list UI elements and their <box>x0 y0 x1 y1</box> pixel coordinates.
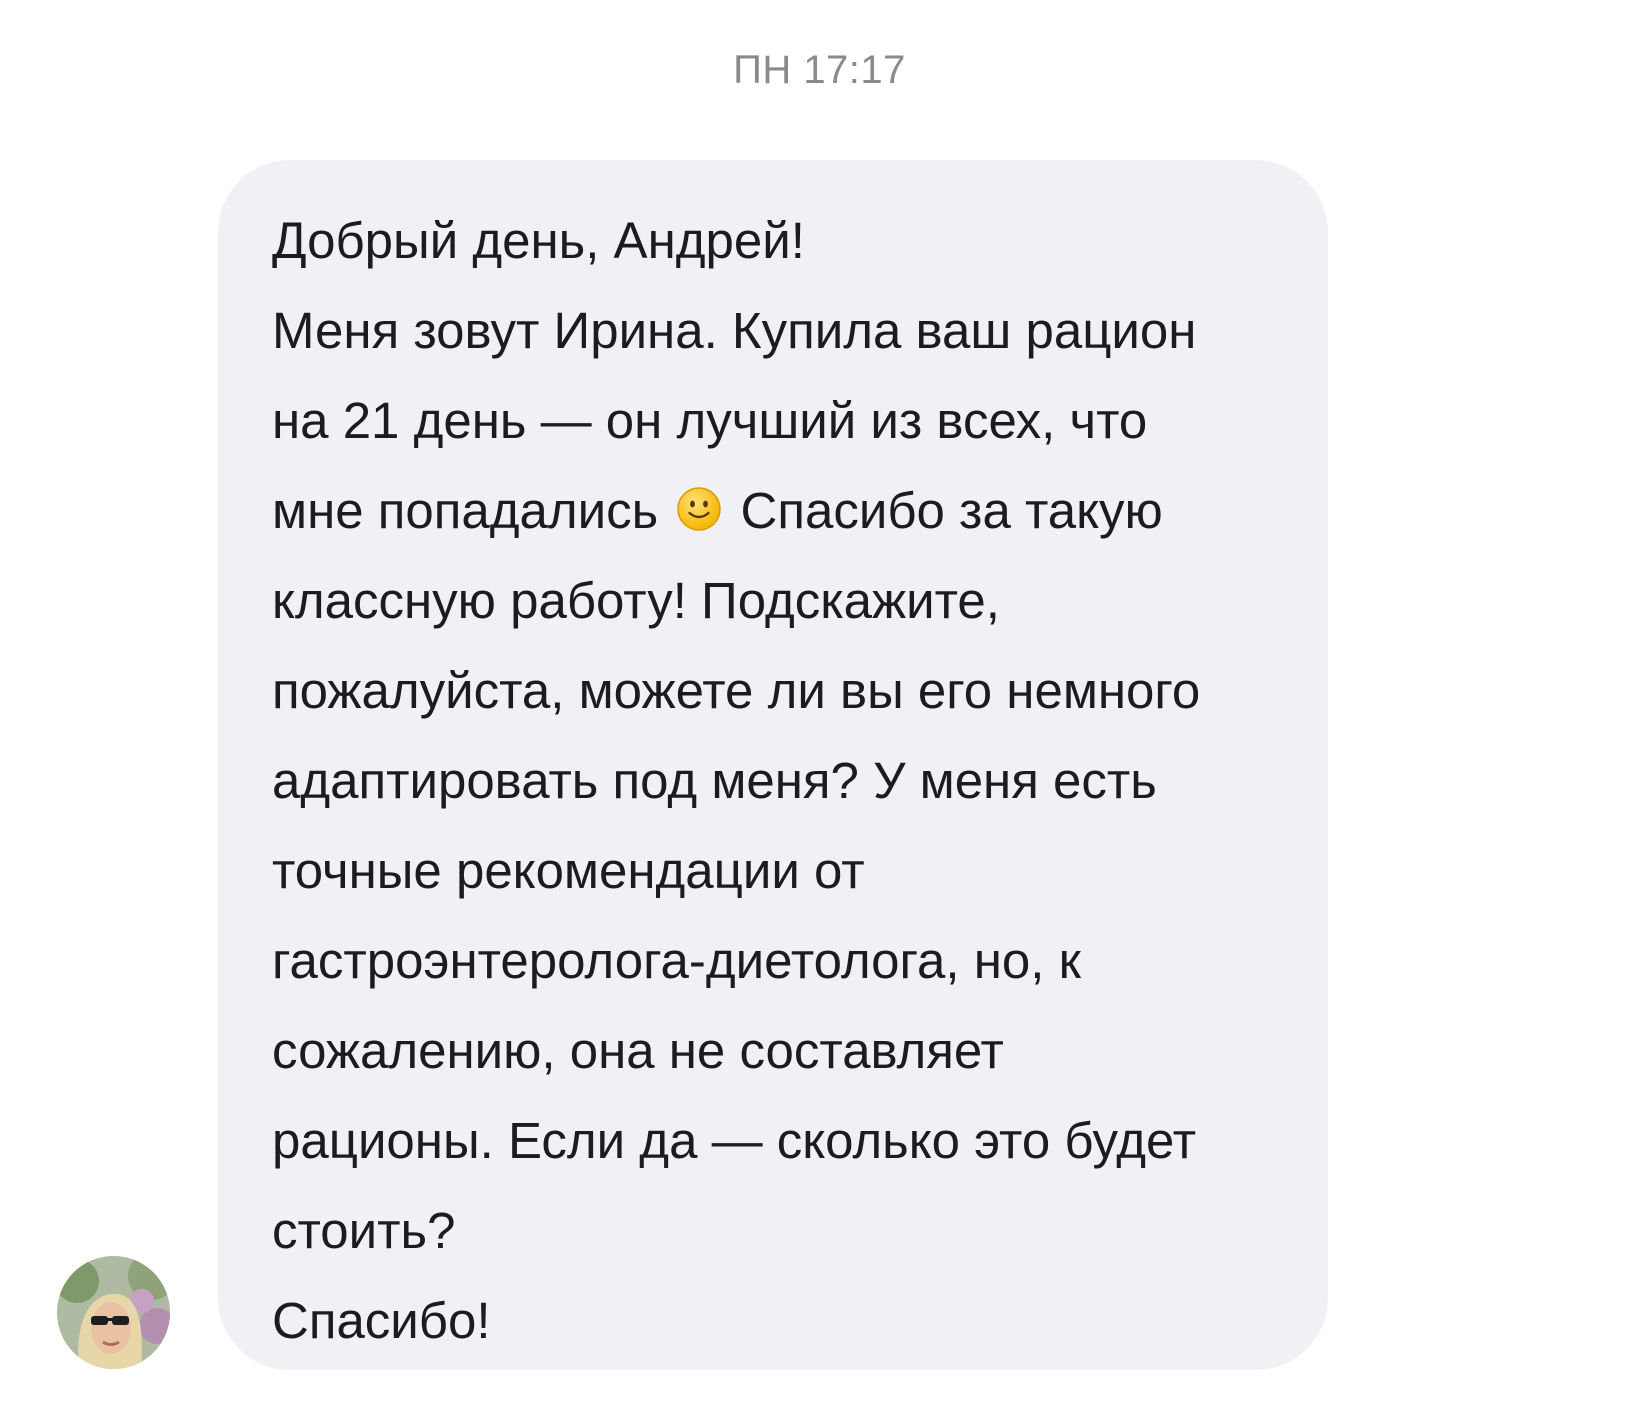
message-line: сожалению, она не составляет <box>272 1022 1004 1079</box>
sender-avatar[interactable] <box>57 1256 170 1369</box>
message-line: на 21 день — он лучший из всех, что <box>272 392 1148 449</box>
message-line: стоить? <box>272 1202 456 1259</box>
message-text: Спасибо за такую <box>740 482 1163 539</box>
message-line-with-emoji: мне попадались Спасибо за такую <box>272 466 1284 556</box>
message-line: Спасибо! <box>272 1292 491 1349</box>
slightly-smiling-face-icon <box>676 470 722 531</box>
message-line: точные рекомендации от <box>272 842 865 899</box>
message-bubble[interactable]: Добрый день, Андрей! Меня зовут Ирина. К… <box>218 160 1328 1370</box>
message-line: Меня зовут Ирина. Купила ваш рацион <box>272 302 1197 359</box>
message-timestamp: ПН 17:17 <box>733 48 906 92</box>
message-line: классную работу! Подскажите, <box>272 572 1000 629</box>
user-avatar-photo-icon <box>57 1256 170 1369</box>
message-line: Добрый день, Андрей! <box>272 212 805 269</box>
message-line: адаптировать под меня? У меня есть <box>272 752 1157 809</box>
incoming-message-row: Добрый день, Андрей! Меня зовут Ирина. К… <box>0 160 1639 1370</box>
message-line: пожалуйста, можете ли вы его немного <box>272 662 1201 719</box>
message-line: рационы. Если да — сколько это будет <box>272 1112 1197 1169</box>
message-text: мне попадались <box>272 482 659 539</box>
message-line: гастроэнтеролога-диетолога, но, к <box>272 932 1081 989</box>
